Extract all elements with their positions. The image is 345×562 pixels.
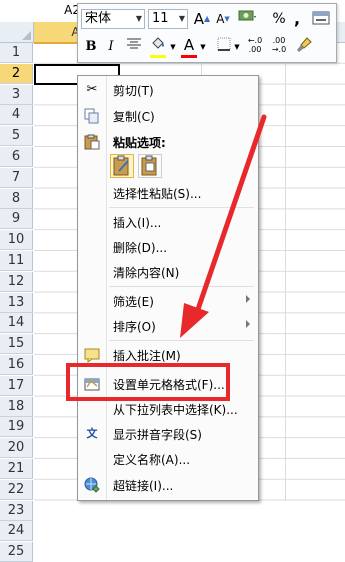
row-header[interactable]: 13 [0,292,33,313]
row-header[interactable]: 1 [0,43,33,63]
row-header[interactable]: 5 [0,126,33,147]
row-header[interactable]: 23 [0,500,33,521]
menu-separator [109,207,254,208]
menu-item-paste-special[interactable]: 选择性粘贴(S)... [78,182,258,204]
borders-button[interactable] [214,37,234,58]
font-color-button[interactable]: A [180,35,198,58]
row-header[interactable]: 7 [0,167,33,188]
row-header[interactable]: 3 [0,84,33,105]
paste-values-icon [141,155,157,176]
mini-toolbar: 宋体 ▼ 11 ▼ A▲ A▼ % , B I ▼ A ▼ ▼ ←.0 .00 … [77,3,337,63]
menu-item-insert[interactable]: 插入(I)... [78,211,258,233]
menu-item-pick-from-dropdown[interactable]: 从下拉列表中选择(K)... [78,398,258,420]
row-header[interactable]: 25 [0,542,33,562]
row-header[interactable]: 15 [0,334,33,355]
row-header[interactable]: 11 [0,251,33,271]
row-header[interactable]: 18 [0,396,33,417]
menu-separator [109,286,254,287]
row-header[interactable]: 2 [0,63,33,84]
chevron-down-icon: ▼ [178,14,185,23]
row-header[interactable]: 24 [0,521,33,542]
paste-clipboard-icon [113,155,129,176]
menu-item-clear-contents[interactable]: 清除内容(N) [78,261,258,283]
shrink-font-button[interactable]: A▼ [214,9,232,29]
currency-icon [238,10,256,21]
chevron-down-icon[interactable]: ▼ [199,37,207,57]
menu-item-cut[interactable]: ✂ 剪切(T) [78,79,258,101]
row-header[interactable]: 14 [0,313,33,334]
row-header[interactable]: 17 [0,375,33,396]
increase-decimal-button[interactable]: ←.0 .00 [244,36,266,54]
menu-separator [109,340,254,341]
row-header[interactable]: 19 [0,417,33,438]
menu-item-copy[interactable]: 复制(C) [78,105,258,127]
highlight-box [66,363,230,401]
row-header[interactable]: 6 [0,147,33,167]
row-header[interactable]: 4 [0,105,33,126]
menu-item-delete[interactable]: 删除(D)... [78,236,258,258]
row-header[interactable]: 8 [0,188,33,209]
grow-font-button[interactable]: A▲ [193,9,211,29]
row-header[interactable]: 20 [0,438,33,459]
table-format-icon [312,11,330,25]
row-header[interactable]: 12 [0,271,33,292]
chevron-down-icon[interactable]: ▼ [169,37,177,57]
menu-paste-options-header: 粘贴选项: [78,131,258,153]
menu-item-show-phonetic[interactable]: 文 显示拼音字段(S) [78,423,258,445]
font-size-dropdown[interactable]: 11 ▼ [148,9,188,29]
chevron-down-icon: ▼ [135,14,142,23]
decrease-arrow-icon: ▼ [224,15,230,23]
font-name-dropdown[interactable]: 宋体 ▼ [81,9,145,29]
format-painter-button[interactable] [294,36,314,61]
menu-item-define-name[interactable]: 定义名称(A)... [78,448,258,470]
submenu-arrow-icon [246,295,250,303]
menu-item-sort[interactable]: 排序(O) [78,315,258,337]
percent-style-button[interactable]: % [271,9,287,29]
select-all-corner[interactable] [0,22,34,43]
paste-option-values-button[interactable] [138,154,162,178]
row-header[interactable]: 9 [0,209,33,230]
paste-option-default-button[interactable] [110,154,134,178]
align-center-icon [127,38,141,49]
row-header[interactable]: 16 [0,355,33,375]
scissors-icon: ✂ [86,82,98,97]
menu-item-filter[interactable]: 筛选(E) [78,290,258,312]
submenu-arrow-icon [246,320,250,328]
font-color-swatch [181,55,197,58]
hyperlink-icon [84,477,100,493]
align-center-button[interactable] [123,37,145,58]
paste-icon [84,134,100,150]
menu-item-hyperlink[interactable]: 超链接(I)... [78,474,258,496]
row-header[interactable]: 10 [0,230,33,251]
row-header[interactable]: 21 [0,459,33,479]
italic-button[interactable]: I [102,37,120,57]
decrease-decimal-button[interactable]: .00 →.0 [268,36,290,54]
phonetic-icon: 文 [86,427,98,440]
comment-icon [84,347,100,363]
name-box[interactable]: A2 [0,0,84,23]
accounting-format-button[interactable] [237,9,259,32]
paint-bucket-icon [152,37,164,49]
bold-button[interactable]: B [82,37,100,57]
context-menu: ✂ 剪切(T) 复制(C) 粘贴选项: 选择性粘贴(S)... 插入(I)...… [77,75,259,501]
borders-icon [217,37,231,51]
increase-arrow-icon: ▲ [204,14,211,23]
fill-color-swatch [150,55,166,58]
chevron-down-icon[interactable]: ▼ [233,37,241,57]
copy-icon [84,108,100,124]
row-header[interactable]: 22 [0,479,33,500]
fill-color-button[interactable] [148,35,168,58]
paintbrush-icon [297,37,312,52]
comma-style-button[interactable]: , [291,9,303,29]
format-cells-mini-button[interactable] [311,11,331,32]
